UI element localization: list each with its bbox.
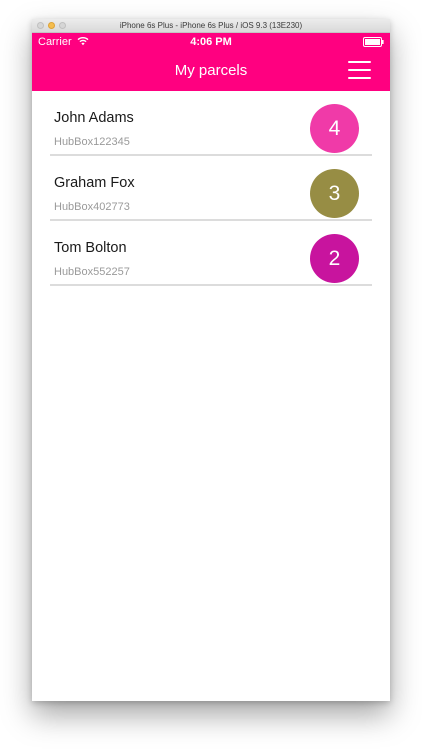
hamburger-menu-icon[interactable] — [348, 60, 372, 80]
parcel-hub-id: HubBox552257 — [54, 266, 130, 278]
menu-bar-line — [348, 77, 371, 79]
parcel-list-item[interactable]: Tom Bolton HubBox552257 2 — [32, 221, 390, 286]
phone-screen: Carrier 4:06 PM My parcels John Adams Hu… — [32, 33, 390, 701]
parcel-count-badge: 2 — [310, 234, 359, 283]
parcel-count-badge: 4 — [310, 104, 359, 153]
parcel-list-item[interactable]: John Adams HubBox122345 4 — [32, 91, 390, 156]
menu-bar-line — [348, 61, 371, 63]
status-bar: Carrier 4:06 PM — [32, 33, 390, 51]
simulator-titlebar: iPhone 6s Plus - iPhone 6s Plus / iOS 9.… — [32, 19, 390, 33]
stage: iPhone 6s Plus - iPhone 6s Plus / iOS 9.… — [0, 0, 422, 750]
parcel-list: John Adams HubBox122345 4 Graham Fox Hub… — [32, 91, 390, 286]
menu-bar-line — [348, 69, 371, 71]
app-header: Carrier 4:06 PM My parcels — [32, 33, 390, 91]
simulator-title: iPhone 6s Plus - iPhone 6s Plus / iOS 9.… — [119, 21, 303, 30]
parcel-hub-id: HubBox122345 — [54, 136, 130, 148]
list-divider — [50, 284, 372, 286]
parcel-count-badge: 3 — [310, 169, 359, 218]
parcel-recipient-name: Graham Fox — [54, 175, 135, 191]
battery-icon — [363, 37, 384, 47]
simulator-window: iPhone 6s Plus - iPhone 6s Plus / iOS 9.… — [32, 19, 390, 701]
page-title: My parcels — [174, 62, 248, 79]
parcel-recipient-name: John Adams — [54, 110, 134, 126]
parcel-hub-id: HubBox402773 — [54, 201, 130, 213]
parcel-recipient-name: Tom Bolton — [54, 240, 127, 256]
parcel-list-item[interactable]: Graham Fox HubBox402773 3 — [32, 156, 390, 221]
status-time: 4:06 PM — [190, 36, 232, 48]
